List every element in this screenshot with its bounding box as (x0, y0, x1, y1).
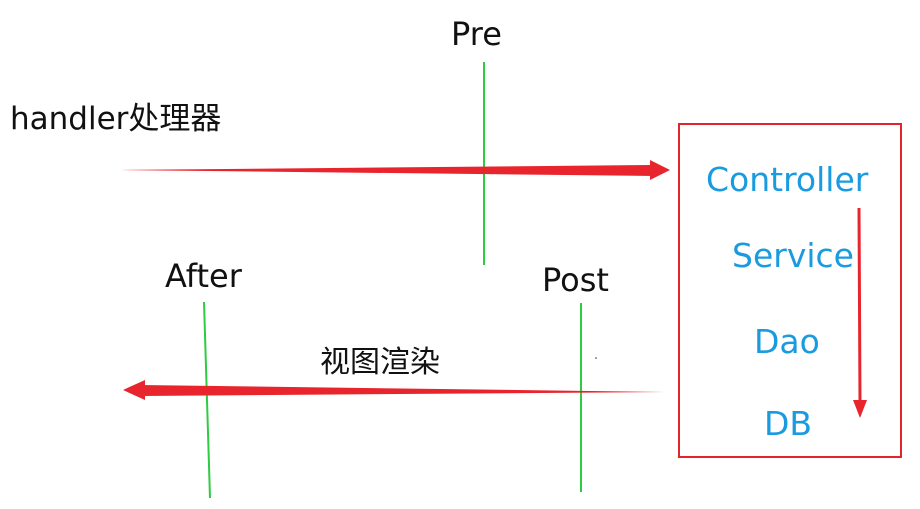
request-arrow (120, 165, 655, 176)
after-interceptor-line (203, 301, 211, 499)
post-label: Post (542, 261, 609, 299)
box-item-service: Service (732, 236, 854, 275)
pre-label: Pre (451, 15, 502, 53)
box-item-dao: Dao (754, 322, 820, 361)
response-arrowhead (123, 380, 145, 400)
render-label: 视图渲染 (320, 345, 440, 380)
request-arrowhead (650, 160, 670, 180)
box-item-controller: Controller (706, 160, 869, 199)
downward-arrow-shaft (857, 207, 862, 403)
handler-label: handler处理器 (10, 101, 222, 137)
stray-dot (595, 357, 597, 359)
response-arrow (140, 385, 665, 396)
downward-arrowhead (853, 400, 867, 418)
box-item-db: DB (764, 404, 813, 443)
after-label: After (165, 257, 242, 295)
